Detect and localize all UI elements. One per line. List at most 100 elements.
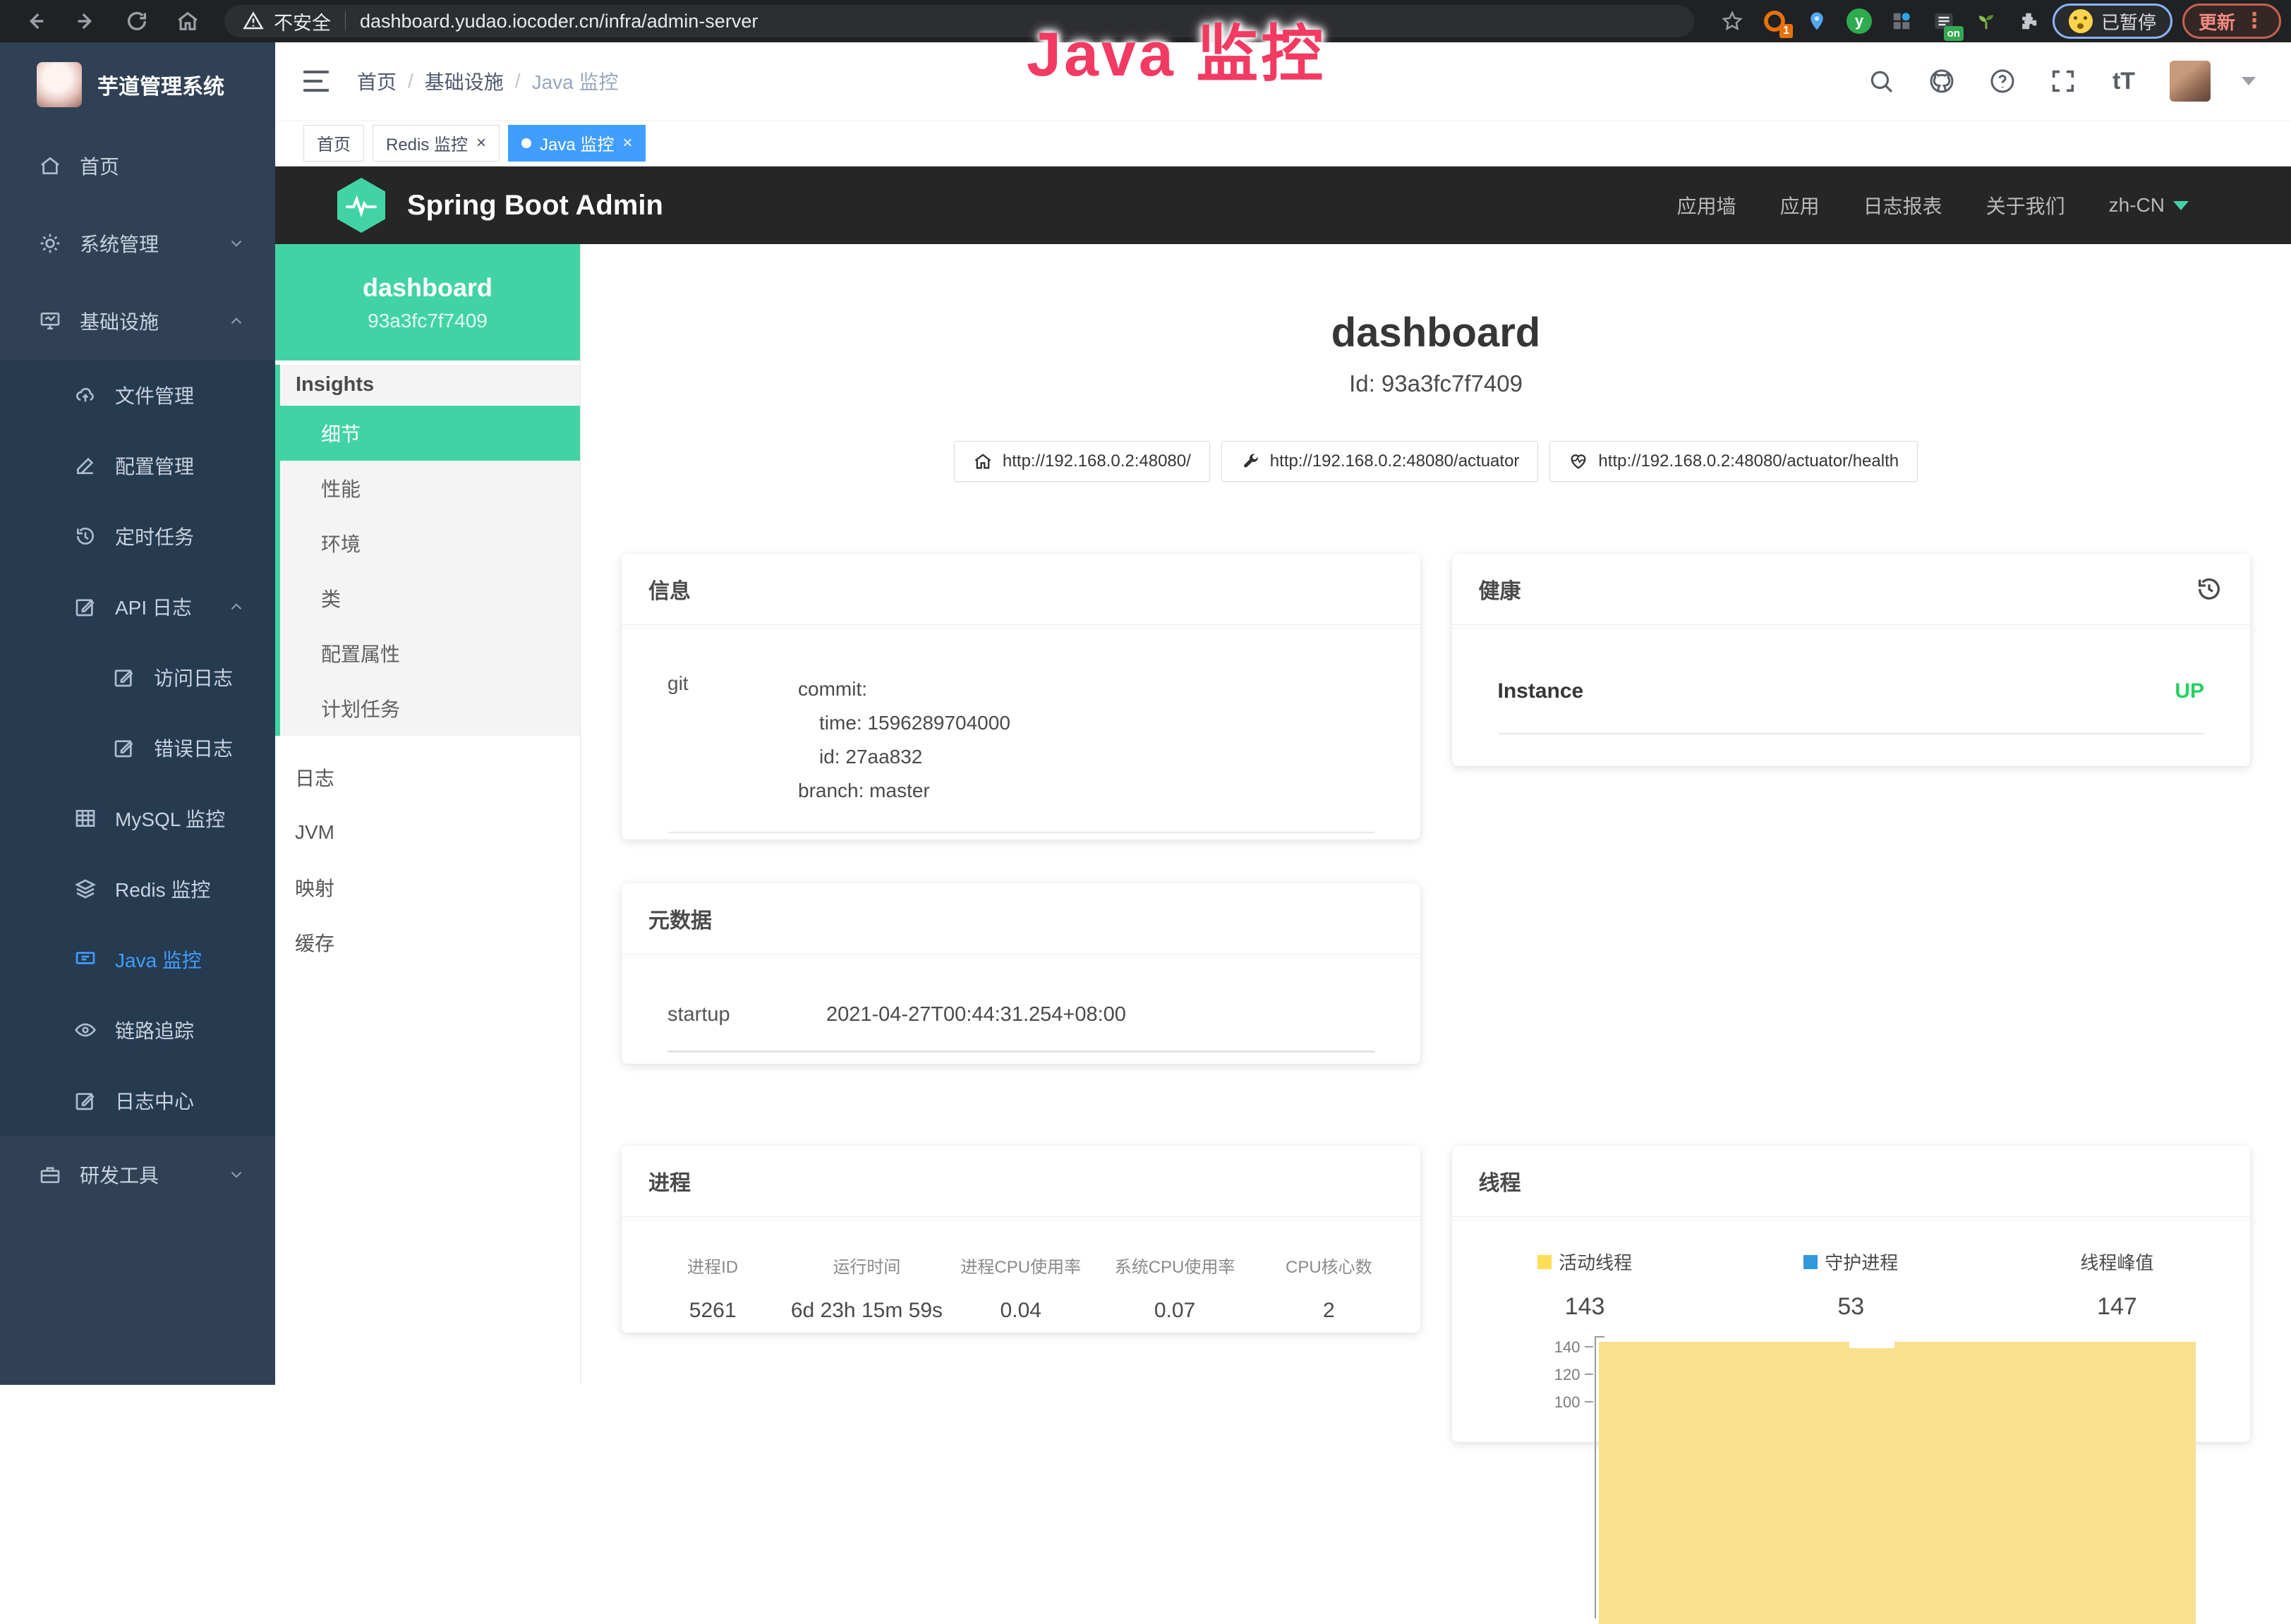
help-icon[interactable] <box>1988 66 2017 96</box>
table-icon <box>74 807 97 830</box>
sba-nav-links: 应用墙 应用 日志报表 关于我们 zh-CN <box>1677 191 2189 219</box>
threads-legend: 活动线程 143 守护进程 53 线程峰值 147 <box>1452 1249 2251 1321</box>
sba-instance-header[interactable]: dashboard 93a3fc7f7409 <box>275 244 580 360</box>
tab-redis-monitor[interactable]: Redis 监控 × <box>373 125 500 162</box>
info-git-value: commit: time: 1596289704000 id: 27aa832 … <box>798 672 1010 808</box>
user-avatar[interactable] <box>2170 61 2211 102</box>
chevron-down-icon <box>227 1165 246 1184</box>
annotation-java-monitor: Java 监控 <box>1027 4 1326 94</box>
sba-logo-icon[interactable] <box>335 178 387 233</box>
sba-item-caches[interactable]: 缓存 <box>275 915 580 970</box>
sba-item-details[interactable]: 细节 <box>275 406 580 461</box>
warning-triangle-icon <box>243 11 264 32</box>
sba-nav-about[interactable]: 关于我们 <box>1986 191 2065 219</box>
sba-insights-section: Insights 细节 性能 环境 类 配置属性 计划任务 <box>275 365 580 736</box>
sba-item-classes[interactable]: 类 <box>280 571 580 626</box>
sidebar-item-infrastructure[interactable]: 基础设施 <box>0 282 275 360</box>
sba-locale-select[interactable]: zh-CN <box>2109 194 2189 217</box>
green-circle-extension-icon[interactable]: y <box>1846 8 1872 34</box>
font-size-icon[interactable]: tT <box>2109 66 2139 96</box>
sidebar-item-error-logs[interactable]: 错误日志 <box>0 713 275 783</box>
puzzle-extensions-icon[interactable] <box>2016 8 2041 34</box>
sba-item-config-props[interactable]: 配置属性 <box>280 626 580 681</box>
sidebar-item-log-center[interactable]: 日志中心 <box>0 1065 275 1136</box>
chrome-update-button[interactable]: 更新 ⋮ <box>2182 4 2281 39</box>
app-logo-image <box>37 62 82 107</box>
actuator-url-button[interactable]: http://192.168.0.2:48080/actuator <box>1221 441 1539 482</box>
process-pid: 进程ID 5261 <box>636 1253 790 1323</box>
forward-icon[interactable] <box>71 6 102 37</box>
home-icon <box>39 154 61 177</box>
edit-square-icon <box>113 737 135 759</box>
close-icon[interactable]: × <box>476 135 486 152</box>
fullscreen-icon[interactable] <box>2048 66 2078 96</box>
close-icon[interactable]: × <box>622 135 632 152</box>
sba-nav-journal[interactable]: 日志报表 <box>1863 191 1942 219</box>
history-icon[interactable] <box>2195 575 2223 603</box>
sba-root-items: 日志 JVM 映射 缓存 <box>275 750 580 970</box>
security-label[interactable]: 不安全 <box>274 8 331 35</box>
extension-orange-icon[interactable]: 1 <box>1762 8 1787 34</box>
sba-nav-applications[interactable]: 应用 <box>1780 191 1820 219</box>
address-bar[interactable]: 不安全 dashboard.yudao.iocoder.cn/infra/adm… <box>224 5 1694 37</box>
system-cpu: 系统CPU使用率 0.07 <box>1098 1253 1252 1323</box>
sba-item-scheduled-tasks[interactable]: 计划任务 <box>280 681 580 736</box>
breadcrumb-infrastructure[interactable]: 基础设施 <box>425 67 504 95</box>
tab-java-monitor[interactable]: Java 监控 × <box>508 125 646 162</box>
sba-instance-id: 93a3fc7f7409 <box>368 310 488 332</box>
sidebar-item-scheduled-jobs[interactable]: 定时任务 <box>0 501 275 571</box>
sba-nav-wallboard[interactable]: 应用墙 <box>1677 191 1736 219</box>
pin-extension-icon[interactable] <box>1804 8 1830 34</box>
sba-main-content: dashboard Id: 93a3fc7f7409 http://192.16… <box>581 244 2291 1385</box>
sba-item-logs[interactable]: 日志 <box>275 750 580 805</box>
app-title: 芋道管理系统 <box>97 69 224 100</box>
tab-home[interactable]: 首页 <box>303 125 364 162</box>
ytick-140: 140 <box>1452 1338 1580 1357</box>
app-logo-row[interactable]: 芋道管理系统 <box>0 42 275 127</box>
instance-id-line: Id: 93a3fc7f7409 <box>581 370 2291 397</box>
surprised-emoji-icon <box>2069 9 2093 33</box>
sidebar-item-mysql-monitor[interactable]: MySQL 监控 <box>0 783 275 854</box>
cloud-upload-icon <box>74 384 97 406</box>
sba-brand-title[interactable]: Spring Boot Admin <box>407 190 663 222</box>
reload-icon[interactable] <box>121 6 152 37</box>
home-browser-icon[interactable] <box>172 6 203 37</box>
sba-item-environment[interactable]: 环境 <box>280 516 580 571</box>
info-key-git: git <box>667 672 798 808</box>
sba-item-metrics[interactable]: 性能 <box>280 461 580 516</box>
back-icon[interactable] <box>20 6 51 37</box>
github-icon[interactable] <box>1927 66 1957 96</box>
kebab-menu-icon[interactable]: ⋮ <box>2244 11 2265 32</box>
metadata-card-title: 元数据 <box>622 883 1420 954</box>
sidebar-item-redis-monitor[interactable]: Redis 监控 <box>0 854 275 924</box>
hamburger-icon[interactable] <box>303 71 329 92</box>
sba-sidebar: dashboard 93a3fc7f7409 Insights 细节 性能 环境… <box>275 244 581 1385</box>
page-url[interactable]: dashboard.yudao.iocoder.cn/infra/admin-s… <box>360 11 758 32</box>
search-icon[interactable] <box>1866 66 1896 96</box>
list-extension-icon[interactable]: on <box>1931 8 1957 34</box>
briefcase-icon <box>39 1163 61 1186</box>
breadcrumb-current: Java 监控 <box>532 67 619 95</box>
service-url-button[interactable]: http://192.168.0.2:48080/ <box>954 441 1210 482</box>
sprout-extension-icon[interactable] <box>1973 8 1999 34</box>
profile-paused-badge[interactable]: 已暂停 <box>2053 4 2172 39</box>
sidebar-item-file-management[interactable]: 文件管理 <box>0 360 275 430</box>
sidebar-item-dev-tools[interactable]: 研发工具 <box>0 1136 275 1213</box>
sidebar-item-api-logs[interactable]: API 日志 <box>0 571 275 642</box>
sidebar-item-tracing[interactable]: 链路追踪 <box>0 995 275 1065</box>
sidebar-item-home[interactable]: 首页 <box>0 127 275 205</box>
health-url-button[interactable]: http://192.168.0.2:48080/actuator/health <box>1549 441 1918 482</box>
bookmark-star-icon[interactable] <box>1719 8 1745 34</box>
sidebar-item-system[interactable]: 系统管理 <box>0 205 275 282</box>
avatar-caret-icon[interactable] <box>2242 77 2256 85</box>
sba-item-mappings[interactable]: 映射 <box>275 860 580 915</box>
sba-item-jvm[interactable]: JVM <box>275 805 580 860</box>
extension-badge: 1 <box>1779 24 1793 38</box>
active-dot-icon <box>521 138 531 148</box>
grid-extension-icon[interactable] <box>1889 8 1914 34</box>
breadcrumb: 首页 / 基础设施 / Java 监控 <box>357 67 619 95</box>
sidebar-item-config-management[interactable]: 配置管理 <box>0 430 275 501</box>
breadcrumb-home[interactable]: 首页 <box>357 67 397 95</box>
sidebar-item-access-logs[interactable]: 访问日志 <box>0 642 275 713</box>
sidebar-item-java-monitor[interactable]: Java 监控 <box>0 924 275 995</box>
